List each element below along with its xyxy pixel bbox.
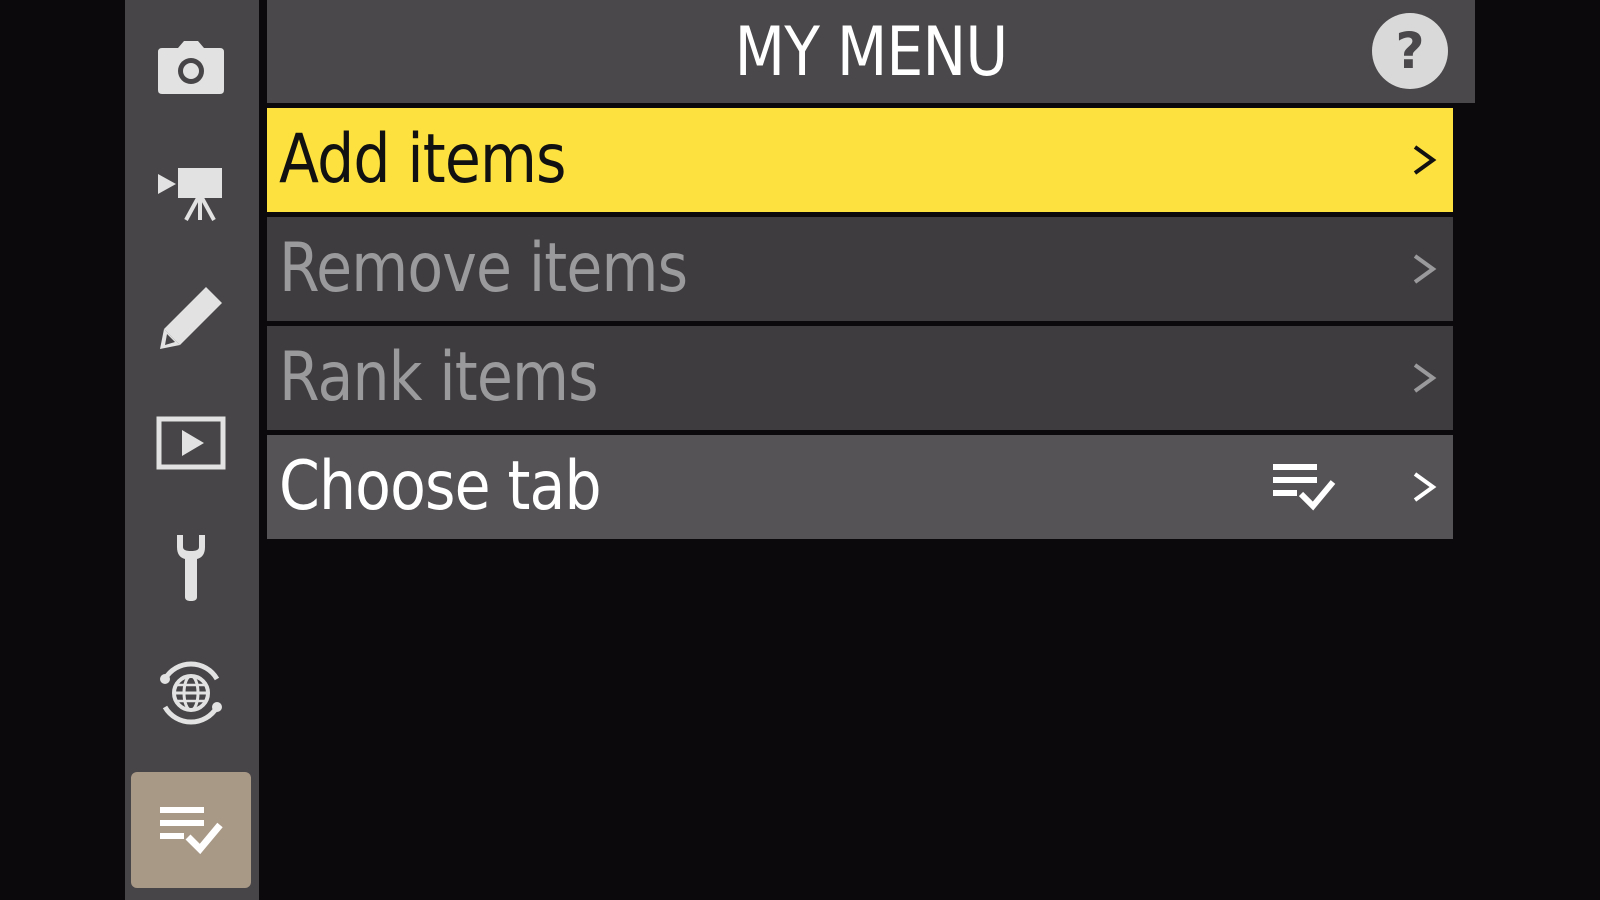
camera-menu-screen: MY MENU ? Add items Remove items Rank it…	[0, 0, 1600, 900]
menu-item-rank-items[interactable]: Rank items	[267, 326, 1453, 430]
movie-camera-icon	[158, 168, 222, 221]
tab-network[interactable]	[131, 635, 251, 751]
tab-photo-shooting[interactable]	[131, 10, 251, 126]
menu-item-label: Add items	[279, 120, 567, 199]
menu-tab-rail	[125, 0, 259, 900]
playback-icon	[156, 416, 226, 470]
menu-item-remove-items[interactable]: Remove items	[267, 217, 1453, 321]
menu-item-label: Rank items	[279, 338, 599, 417]
chevron-right-icon	[1413, 254, 1437, 284]
my-menu-list-check-icon	[160, 807, 223, 855]
help-button[interactable]: ?	[1372, 13, 1448, 89]
chevron-right-icon	[1413, 363, 1437, 393]
page-title: MY MENU	[734, 13, 1009, 92]
menu-item-choose-tab[interactable]: Choose tab	[267, 435, 1453, 539]
my-menu-list-check-icon	[1273, 464, 1336, 511]
tab-video-recording[interactable]	[131, 135, 251, 251]
wrench-icon	[177, 535, 205, 601]
menu-item-label: Choose tab	[279, 447, 602, 526]
tab-my-menu[interactable]	[131, 772, 251, 888]
tab-setup[interactable]	[131, 510, 251, 626]
camera-icon	[158, 41, 224, 94]
chevron-right-icon	[1413, 472, 1437, 502]
menu-item-add-items[interactable]: Add items	[267, 108, 1453, 212]
menu-list: Add items Remove items Rank items Choose…	[267, 108, 1453, 544]
tab-playback[interactable]	[131, 385, 251, 501]
chevron-right-icon	[1413, 145, 1437, 175]
tab-custom-settings[interactable]	[131, 260, 251, 376]
menu-item-label: Remove items	[279, 229, 688, 308]
pencil-icon	[160, 287, 222, 349]
network-globe-icon	[160, 661, 222, 725]
menu-header: MY MENU ?	[267, 0, 1475, 103]
